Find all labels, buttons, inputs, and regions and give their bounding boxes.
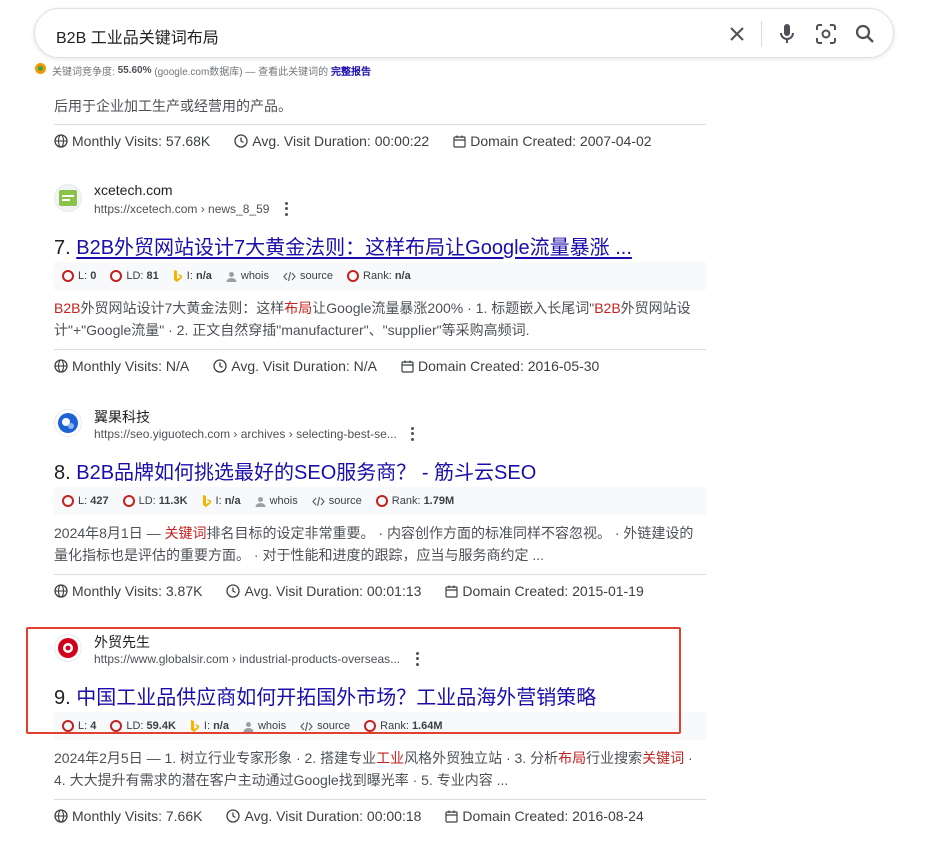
- visit-duration: Avg. Visit Duration: N/A: [213, 358, 377, 374]
- result-title-link[interactable]: 7. B2B外贸网站设计7大黄金法则：这样布局让Google流量暴涨 ...: [54, 231, 632, 260]
- domain-created: Domain Created: 2015-01-19: [445, 583, 644, 599]
- divider: [54, 349, 706, 350]
- keyword-difficulty-label: 关键词竞争度:: [52, 66, 115, 78]
- search-icon[interactable]: [853, 22, 877, 46]
- whois-link[interactable]: whois: [255, 495, 298, 507]
- user-icon: [226, 271, 237, 282]
- lens-icon[interactable]: [814, 22, 838, 46]
- divider: [54, 799, 706, 800]
- bing-icon: [202, 494, 211, 507]
- site-url: https://xcetech.com › news_8_59: [94, 202, 270, 216]
- keyword-highlight: 工业: [376, 750, 405, 766]
- visit-duration: Avg. Visit Duration: 00:00:18: [226, 808, 421, 824]
- keyword-difficulty-value: 55.60%: [117, 64, 152, 76]
- calendar-icon: [453, 135, 466, 148]
- metric-linking-domains[interactable]: LD: 11.3K: [122, 495, 188, 507]
- keyword-highlight: 布局: [558, 750, 587, 766]
- traffic-stats-row: Monthly Visits: 57.68K Avg. Visit Durati…: [54, 133, 676, 149]
- monthly-visits: Monthly Visits: 3.87K: [54, 583, 202, 599]
- globe-icon: [54, 134, 68, 148]
- code-icon: [283, 271, 296, 281]
- keyword-highlight: B2B: [54, 300, 81, 316]
- globe-icon: [54, 584, 68, 598]
- calendar-icon: [445, 810, 459, 823]
- whois-link[interactable]: whois: [226, 270, 269, 282]
- search-divider: [761, 21, 762, 47]
- site-name: xcetech.com: [94, 182, 173, 198]
- snippet-text: 2024年2月5日 — 1. 树立行业专家形象 · 2. 搭建专业: [54, 750, 377, 766]
- clear-icon[interactable]: [725, 22, 749, 46]
- metric-rank[interactable]: Rank: 1.79M: [375, 495, 454, 507]
- monthly-visits: Monthly Visits: N/A: [54, 358, 189, 374]
- metric-linking-domains[interactable]: LD: 81: [110, 270, 159, 282]
- search-result-8: 翼果科技 https://seo.yiguotech.com › archive…: [54, 407, 706, 607]
- keyword-highlight: B2B: [594, 300, 621, 316]
- seo-metrics-bar: L: 427 LD: 11.3K I: n/a whois source Ran…: [54, 487, 706, 515]
- bing-icon: [173, 269, 182, 282]
- keyword-difficulty-bar: 关键词竞争度: 55.60% (google.com数据库) — 查看此关键词的…: [34, 62, 371, 78]
- divider: [54, 574, 706, 575]
- result-snippet: B2B外贸网站设计7大黄金法则：这样布局让Google流量暴涨200% · 1.…: [54, 297, 706, 341]
- domain-created: Domain Created: 2016-05-30: [401, 358, 599, 374]
- traffic-stats-row: Monthly Visits: 7.66K Avg. Visit Duratio…: [54, 808, 668, 824]
- globe-icon: [54, 359, 68, 373]
- source-link[interactable]: source: [283, 270, 333, 282]
- snippet-text: 让Google流量暴涨200% · 1. 标题嵌入长尾词": [312, 300, 595, 316]
- traffic-stats-row: Monthly Visits: 3.87K Avg. Visit Duratio…: [54, 583, 668, 599]
- search-input[interactable]: B2B 工业品关键词布局: [56, 24, 219, 48]
- clock-icon: [213, 359, 227, 373]
- previous-result-snippet: 后用于企业加工生产或经营用的产品。: [54, 98, 292, 114]
- metric-rank[interactable]: Rank: n/a: [347, 270, 411, 282]
- site-favicon: [54, 409, 82, 437]
- seo-tool-icon: [34, 62, 47, 78]
- snippet-text: 行业搜索: [586, 750, 643, 766]
- keyword-source-text: (google.com数据库) — 查看此关键词的: [154, 66, 329, 78]
- seo-metrics-bar: L: 0 LD: 81 I: n/a whois source Rank: n/…: [54, 262, 706, 290]
- more-options-icon[interactable]: [405, 426, 419, 442]
- result-source[interactable]: 翼果科技 https://seo.yiguotech.com › archive…: [54, 407, 706, 443]
- code-icon: [311, 496, 325, 506]
- metric-links[interactable]: L: 0: [62, 270, 96, 282]
- domain-created: Domain Created: 2016-08-24: [445, 808, 644, 824]
- keyword-highlight: 布局: [284, 300, 313, 316]
- visit-duration: Avg. Visit Duration: 00:00:22: [234, 133, 429, 149]
- metric-index[interactable]: I: n/a: [202, 494, 241, 508]
- highlight-box: [26, 627, 681, 734]
- visit-duration: Avg. Visit Duration: 00:01:13: [226, 583, 421, 599]
- divider: [54, 124, 706, 125]
- site-url: https://seo.yiguotech.com › archives › s…: [94, 427, 397, 441]
- snippet-text: 外贸网站设计7大黄金法则：这样: [80, 300, 285, 316]
- search-bar[interactable]: B2B 工业品关键词布局: [34, 8, 894, 58]
- result-snippet: 2024年8月1日 — 关键词排名目标的设定非常重要。 · 内容创作方面的标准同…: [54, 522, 706, 566]
- snippet-text: 风格外贸独立站 · 3. 分析: [404, 750, 559, 766]
- result-source[interactable]: xcetech.com https://xcetech.com › news_8…: [54, 182, 706, 218]
- full-report-link[interactable]: 完整报告: [331, 63, 371, 78]
- result-snippet: 2024年2月5日 — 1. 树立行业专家形象 · 2. 搭建专业工业风格外贸独…: [54, 747, 706, 791]
- source-link[interactable]: source: [311, 495, 362, 507]
- result-title-link[interactable]: 8. B2B品牌如何挑选最好的SEO服务商？ - 筋斗云SEO: [54, 456, 536, 485]
- keyword-highlight: 关键词: [164, 525, 207, 541]
- calendar-icon: [401, 360, 414, 373]
- snippet-text: 2024年8月1日 —: [54, 525, 165, 541]
- search-result-7: xcetech.com https://xcetech.com › news_8…: [54, 182, 706, 382]
- globe-icon: [54, 809, 68, 823]
- microphone-icon[interactable]: [775, 22, 799, 46]
- user-icon: [255, 496, 266, 507]
- more-options-icon[interactable]: [279, 201, 293, 217]
- monthly-visits: Monthly Visits: 7.66K: [54, 808, 202, 824]
- domain-created: Domain Created: 2007-04-02: [453, 133, 652, 149]
- site-favicon: [54, 184, 82, 212]
- keyword-highlight: 关键词: [642, 750, 685, 766]
- clock-icon: [234, 134, 248, 148]
- clock-icon: [226, 584, 241, 598]
- monthly-visits: Monthly Visits: 57.68K: [54, 133, 210, 149]
- traffic-stats-row: Monthly Visits: N/A Avg. Visit Duration:…: [54, 358, 623, 374]
- metric-index[interactable]: I: n/a: [173, 269, 212, 283]
- clock-icon: [226, 809, 241, 823]
- metric-links[interactable]: L: 427: [62, 495, 109, 507]
- calendar-icon: [445, 585, 459, 598]
- site-name: 翼果科技: [94, 409, 150, 425]
